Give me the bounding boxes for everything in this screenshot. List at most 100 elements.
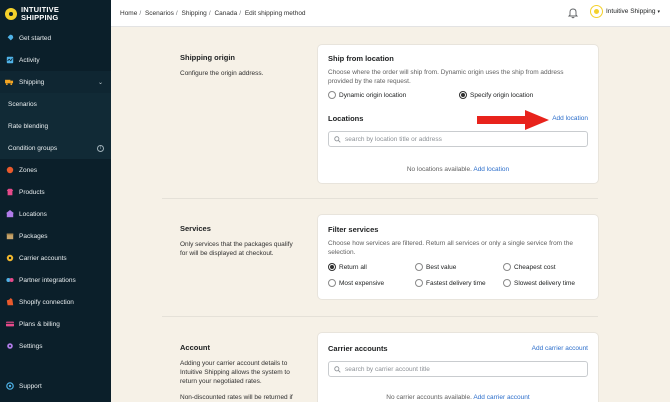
empty-text: No carrier accounts available.	[386, 394, 472, 401]
products-icon	[5, 188, 14, 197]
sidebar-item-plans-billing[interactable]: Plans & billing	[0, 313, 111, 335]
sidebar-item-shopify-connection[interactable]: Shopify connection	[0, 291, 111, 313]
breadcrumb-scenarios[interactable]: Scenarios	[145, 10, 174, 17]
top-bar: Home / Scenarios / Shipping / Canada / Edit …	[111, 0, 670, 27]
sidebar-item-shipping[interactable]: Shipping ⌄	[0, 71, 111, 93]
packages-icon	[5, 232, 14, 241]
sidebar-item-condition-groups[interactable]: Condition groups i	[0, 137, 111, 159]
ship-from-title: Ship from location	[328, 54, 394, 63]
radio-specify-origin[interactable]: Specify origin location	[459, 91, 533, 99]
account-section-title: Account	[180, 343, 210, 352]
sidebar-item-settings[interactable]: Settings	[0, 335, 111, 357]
sidebar-item-support[interactable]: Support	[0, 375, 111, 397]
breadcrumb: Home / Scenarios / Shipping / Canada / Edit …	[120, 9, 306, 17]
sidebar-item-label: Products	[19, 188, 45, 196]
radio-slowest-delivery[interactable]: Slowest delivery time	[503, 279, 575, 287]
rocket-icon	[5, 34, 14, 43]
radio-control[interactable]	[415, 279, 423, 287]
bell-icon[interactable]	[567, 7, 579, 19]
breadcrumb-canada[interactable]: Canada	[214, 10, 237, 17]
radio-fastest-delivery[interactable]: Fastest delivery time	[415, 279, 486, 287]
radio-control[interactable]	[415, 263, 423, 271]
brand-line2: SHIPPING	[21, 12, 59, 22]
sidebar-item-scenarios[interactable]: Scenarios	[0, 93, 111, 115]
search-icon	[334, 135, 341, 143]
chevron-down-icon: ⌄	[97, 79, 103, 86]
radio-return-all[interactable]: Return all	[328, 263, 367, 271]
radio-label: Specify origin location	[470, 91, 534, 99]
caret-down-icon: ▾	[657, 8, 661, 15]
red-arrow-annotation	[477, 110, 549, 130]
carrier-accounts-empty-state: No carrier accounts available. Add carri…	[318, 394, 598, 401]
radio-control[interactable]	[328, 279, 336, 287]
sidebar-nav: Get started Activity Shipping ⌄ Scenario…	[0, 27, 111, 357]
search-placeholder: search by carrier account title	[345, 365, 430, 373]
activity-icon	[5, 56, 14, 65]
sidebar-item-label: Get started	[19, 34, 52, 42]
sidebar-item-label: Shopify connection	[19, 298, 74, 306]
breadcrumb-current: Edit shipping method	[244, 9, 306, 17]
carrier-accounts-card: Carrier accounts Add carrier account sea…	[318, 333, 598, 402]
radio-control[interactable]	[503, 279, 511, 287]
filter-services-title: Filter services	[328, 225, 379, 234]
radio-label: Return all	[339, 263, 367, 271]
sidebar-item-zones[interactable]: Zones	[0, 159, 111, 181]
add-location-link[interactable]: Add location	[552, 115, 588, 122]
partner-icon	[5, 276, 14, 285]
radio-control[interactable]	[328, 263, 336, 271]
radio-control[interactable]	[328, 91, 336, 99]
locations-icon	[5, 210, 14, 219]
sidebar-item-label: Shipping	[19, 78, 45, 86]
sidebar-item-locations[interactable]: Locations	[0, 203, 111, 225]
account-section-note: Non-discounted rates will be returned if	[180, 394, 293, 401]
sidebar-item-label: Activity	[19, 56, 40, 64]
shopify-icon	[5, 298, 14, 307]
sidebar-item-rate-blending[interactable]: Rate blending	[0, 115, 111, 137]
radio-label: Fastest delivery time	[426, 279, 486, 287]
carrier-account-search-input[interactable]: search by carrier account title	[328, 361, 588, 377]
sidebar-item-get-started[interactable]: Get started	[0, 27, 111, 49]
empty-add-carrier-link[interactable]: Add carrier account	[473, 394, 529, 401]
sidebar-item-packages[interactable]: Packages	[0, 225, 111, 247]
breadcrumb-shipping[interactable]: Shipping	[182, 10, 207, 17]
brand-logo[interactable]: INTUITIVE SHIPPING	[0, 0, 111, 27]
sidebar-item-label: Rate blending	[8, 122, 49, 130]
sidebar-item-partner-integrations[interactable]: Partner integrations	[0, 269, 111, 291]
radio-label: Slowest delivery time	[514, 279, 576, 287]
add-carrier-account-link[interactable]: Add carrier account	[532, 345, 588, 352]
account-name: Intuitive Shipping	[606, 8, 656, 15]
support-icon	[5, 382, 14, 391]
search-icon	[334, 365, 341, 373]
radio-dynamic-origin[interactable]: Dynamic origin location	[328, 91, 406, 99]
sidebar-item-label: Locations	[19, 210, 47, 218]
account-menu[interactable]: Intuitive Shipping ▾	[590, 5, 660, 18]
empty-add-location-link[interactable]: Add location	[473, 166, 509, 173]
sidebar: INTUITIVE SHIPPING Get started Activity …	[0, 0, 111, 402]
section-divider	[162, 316, 598, 317]
sidebar-item-label: Carrier accounts	[19, 254, 67, 262]
radio-control[interactable]	[459, 91, 467, 99]
info-icon[interactable]: i	[97, 144, 104, 152]
carrier-accounts-title: Carrier accounts	[328, 344, 388, 353]
location-search-input[interactable]: search by location title or address	[328, 131, 588, 147]
radio-best-value[interactable]: Best value	[415, 263, 456, 271]
sidebar-item-activity[interactable]: Activity	[0, 49, 111, 71]
origin-section-desc: Configure the origin address.	[180, 70, 264, 77]
sidebar-item-products[interactable]: Products	[0, 181, 111, 203]
breadcrumb-home[interactable]: Home	[120, 10, 137, 17]
settings-icon	[5, 342, 14, 351]
radio-control[interactable]	[503, 263, 511, 271]
zones-icon	[5, 166, 14, 175]
locations-title: Locations	[328, 114, 364, 123]
services-section-title: Services	[180, 224, 211, 233]
sidebar-item-carrier-accounts[interactable]: Carrier accounts	[0, 247, 111, 269]
shipping-icon	[5, 78, 14, 87]
filter-services-card: Filter services Choose how services are …	[318, 215, 598, 299]
services-section-desc: Only services that the packages qualify …	[180, 241, 293, 257]
ship-from-card: Ship from location Choose where the orde…	[318, 45, 598, 183]
sidebar-item-label: Scenarios	[8, 100, 37, 108]
sidebar-item-label: Partner integrations	[19, 276, 76, 284]
radio-most-expensive[interactable]: Most expensive	[328, 279, 384, 287]
radio-cheapest-cost[interactable]: Cheapest cost	[503, 263, 556, 271]
origin-section-title: Shipping origin	[180, 53, 235, 62]
